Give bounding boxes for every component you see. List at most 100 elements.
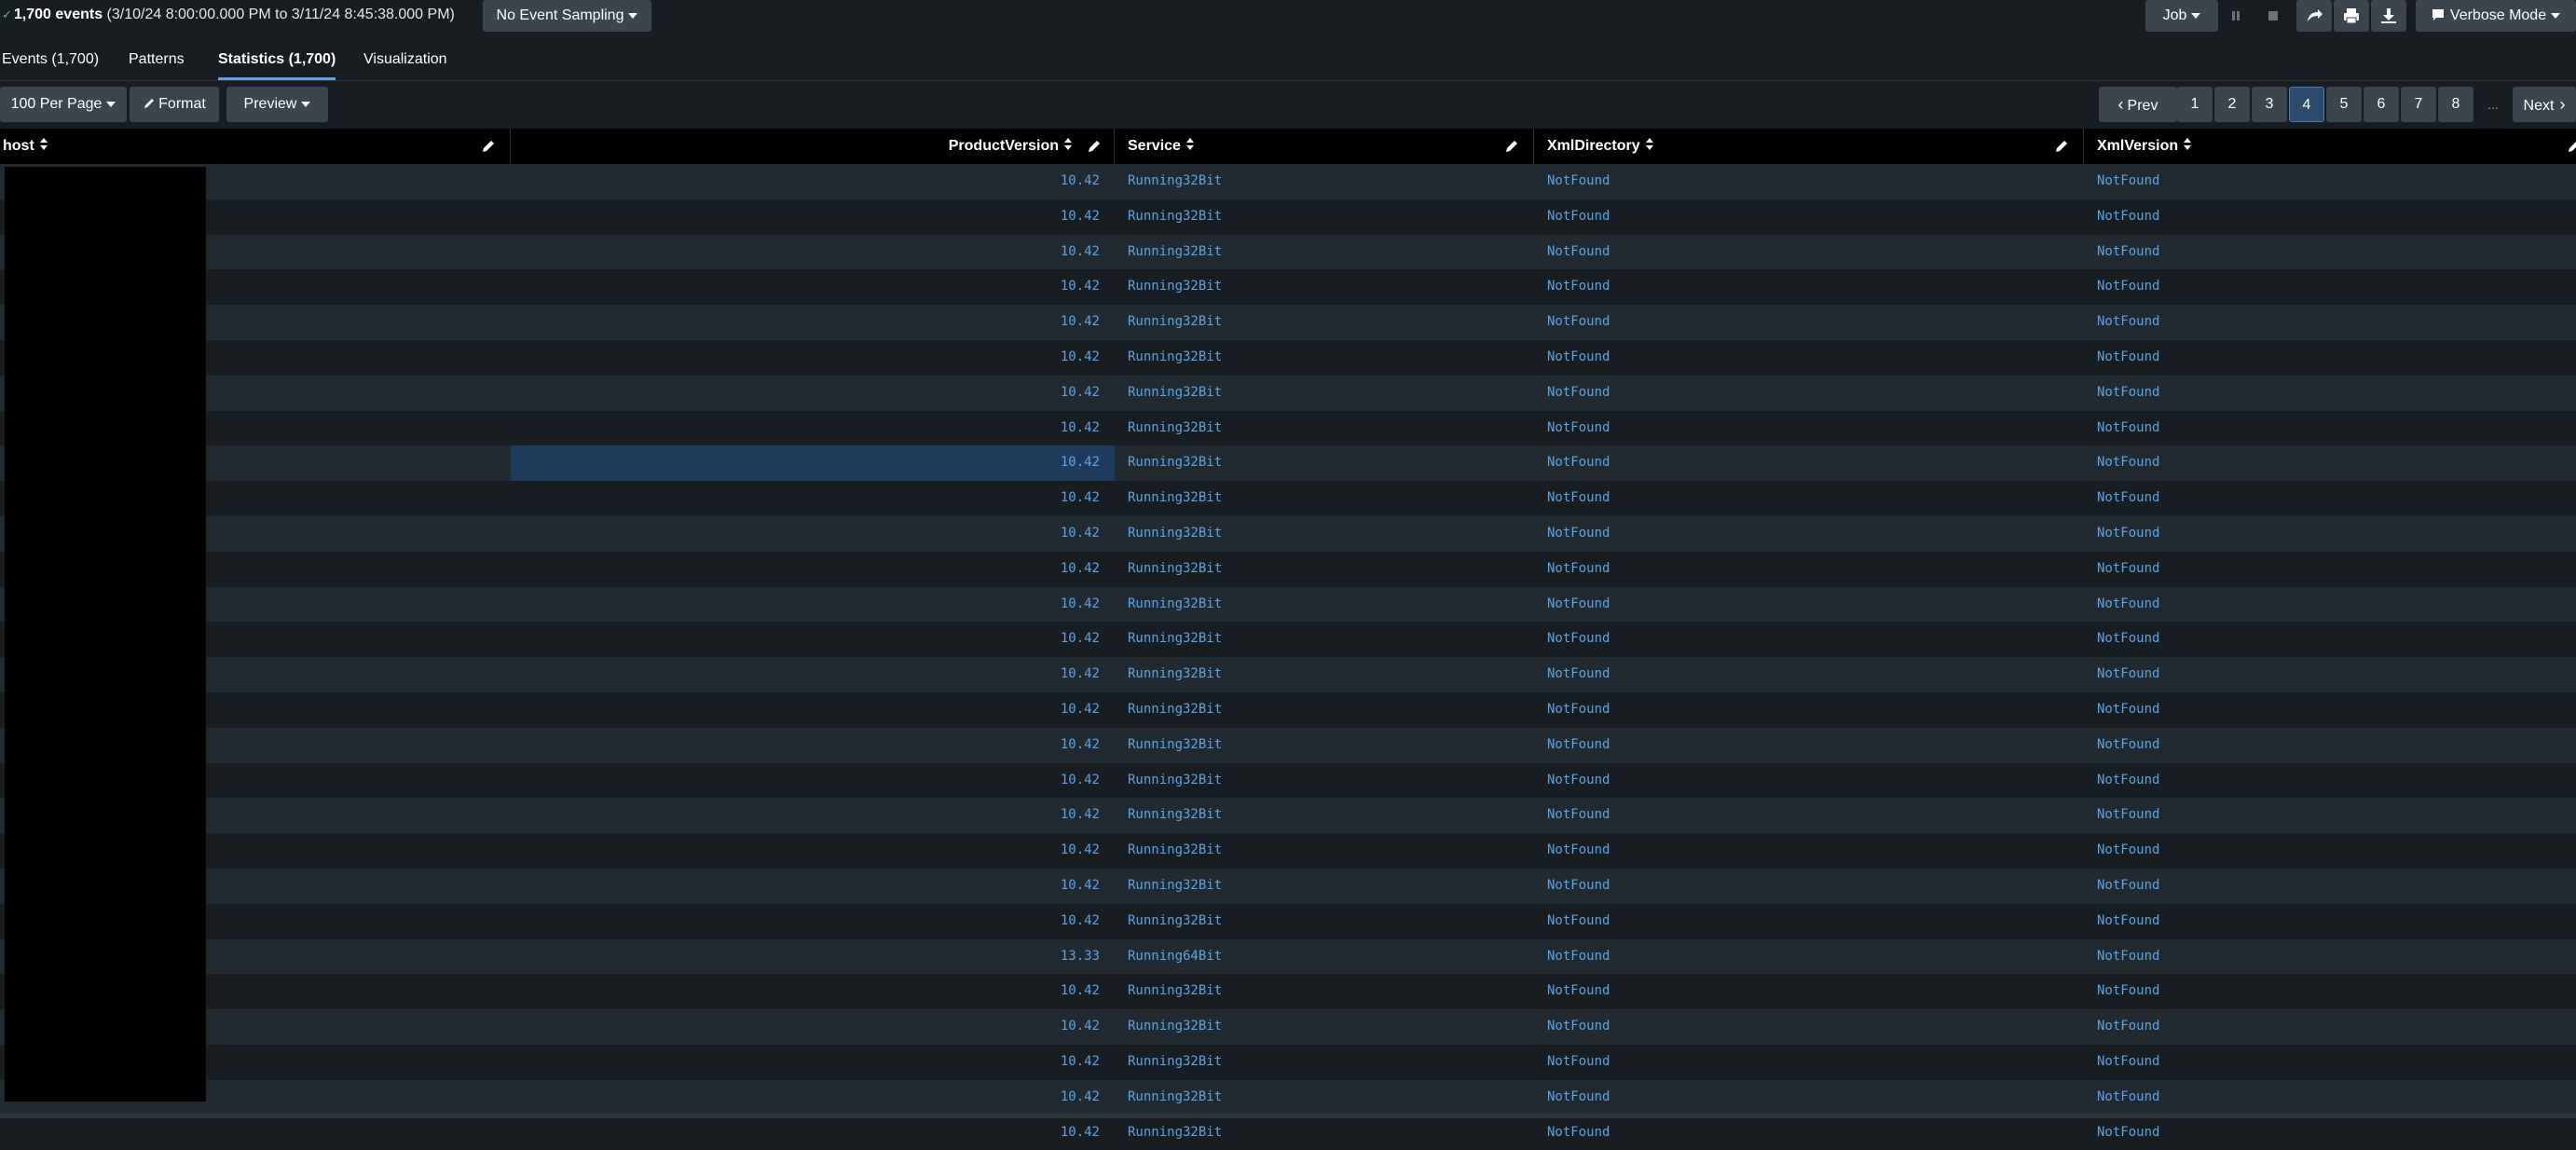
verbose-mode-button[interactable]: Verbose Mode [2416, 0, 2576, 32]
xml-version-cell[interactable]: NotFound [2097, 340, 2563, 376]
xml-version-cell[interactable]: NotFound [2097, 1009, 2563, 1045]
page-2-button[interactable]: 2 [2214, 87, 2250, 122]
xml-directory-cell[interactable]: NotFound [1547, 235, 2078, 270]
xml-version-cell[interactable]: NotFound [2097, 164, 2563, 199]
xml-version-cell[interactable]: NotFound [2097, 235, 2563, 270]
prev-page-button[interactable]: ‹ Prev [2099, 87, 2177, 122]
event-sampling-button[interactable]: No Event Sampling [483, 0, 651, 32]
page-3-button[interactable]: 3 [2252, 87, 2287, 122]
product-version-cell[interactable]: 10.42 [511, 904, 1100, 939]
tab-patterns[interactable]: Patterns [129, 47, 185, 80]
xml-directory-cell[interactable]: NotFound [1547, 587, 2078, 623]
xml-version-cell[interactable]: NotFound [2097, 904, 2563, 939]
xml-version-cell[interactable]: NotFound [2097, 692, 2563, 728]
xml-version-cell[interactable]: NotFound [2097, 1116, 2563, 1150]
xml-version-cell[interactable]: NotFound [2097, 833, 2563, 869]
sort-icon[interactable] [1063, 138, 1073, 151]
xml-directory-cell[interactable]: NotFound [1547, 269, 2078, 305]
page-8-button[interactable]: 8 [2438, 87, 2473, 122]
service-cell[interactable]: Running64Bit [1128, 939, 1528, 975]
service-cell[interactable]: Running32Bit [1128, 445, 1528, 481]
xml-directory-cell[interactable]: NotFound [1547, 1116, 2078, 1150]
xml-version-cell[interactable]: NotFound [2097, 587, 2563, 623]
xml-directory-cell[interactable]: NotFound [1547, 974, 2078, 1009]
sort-icon[interactable] [1185, 138, 1195, 151]
product-version-cell[interactable]: 13.33 [511, 939, 1100, 975]
page-5-button[interactable]: 5 [2326, 87, 2362, 122]
xml-version-cell[interactable]: NotFound [2097, 763, 2563, 799]
service-cell[interactable]: Running32Bit [1128, 516, 1528, 552]
xml-directory-cell[interactable]: NotFound [1547, 552, 2078, 587]
service-cell[interactable]: Running32Bit [1128, 974, 1528, 1009]
product-version-cell[interactable]: 10.42 [511, 833, 1100, 869]
xml-directory-cell[interactable]: NotFound [1547, 869, 2078, 904]
product-version-cell[interactable]: 10.42 [511, 340, 1100, 376]
xml-directory-cell[interactable]: NotFound [1547, 411, 2078, 446]
xml-directory-cell[interactable]: NotFound [1547, 376, 2078, 411]
xml-version-cell[interactable]: NotFound [2097, 445, 2563, 481]
page-1-button[interactable]: 1 [2177, 87, 2213, 122]
product-version-cell[interactable]: 10.42 [511, 445, 1100, 481]
service-cell[interactable]: Running32Bit [1128, 622, 1528, 657]
tab-events[interactable]: Events (1,700) [2, 47, 99, 80]
xml-directory-cell[interactable]: NotFound [1547, 340, 2078, 376]
service-cell[interactable]: Running32Bit [1128, 552, 1528, 587]
pencil-icon[interactable] [1504, 139, 1519, 154]
service-cell[interactable]: Running32Bit [1128, 728, 1528, 763]
product-version-cell[interactable]: 10.42 [511, 728, 1100, 763]
page-6-button[interactable]: 6 [2364, 87, 2399, 122]
product-version-cell[interactable]: 10.42 [511, 657, 1100, 692]
service-cell[interactable]: Running32Bit [1128, 164, 1528, 199]
sort-icon[interactable] [2183, 138, 2192, 151]
product-version-cell[interactable]: 10.42 [511, 376, 1100, 411]
service-cell[interactable]: Running32Bit [1128, 798, 1528, 833]
xml-directory-cell[interactable]: NotFound [1547, 1080, 2078, 1116]
product-version-cell[interactable]: 10.42 [511, 1116, 1100, 1150]
service-cell[interactable]: Running32Bit [1128, 376, 1528, 411]
product-version-cell[interactable]: 10.42 [511, 516, 1100, 552]
product-version-cell[interactable]: 10.42 [511, 587, 1100, 623]
product-version-cell[interactable]: 10.42 [511, 974, 1100, 1009]
xml-version-cell[interactable]: NotFound [2097, 552, 2563, 587]
service-cell[interactable]: Running32Bit [1128, 692, 1528, 728]
product-version-cell[interactable]: 10.42 [511, 1045, 1100, 1080]
xml-version-cell[interactable]: NotFound [2097, 481, 2563, 516]
pencil-icon[interactable] [1087, 139, 1102, 154]
service-cell[interactable]: Running32Bit [1128, 869, 1528, 904]
tab-statistics[interactable]: Statistics (1,700) [218, 47, 336, 80]
page-4-button[interactable]: 4 [2289, 87, 2324, 122]
product-version-cell[interactable]: 10.42 [511, 763, 1100, 799]
product-version-cell[interactable]: 10.42 [511, 692, 1100, 728]
xml-directory-cell[interactable]: NotFound [1547, 904, 2078, 939]
product-version-cell[interactable]: 10.42 [511, 481, 1100, 516]
product-version-cell[interactable]: 10.42 [511, 269, 1100, 305]
product-version-cell[interactable]: 10.42 [511, 305, 1100, 340]
service-cell[interactable]: Running32Bit [1128, 1009, 1528, 1045]
xml-version-cell[interactable]: NotFound [2097, 622, 2563, 657]
service-cell[interactable]: Running32Bit [1128, 481, 1528, 516]
job-button[interactable]: Job [2145, 0, 2218, 32]
service-cell[interactable]: Running32Bit [1128, 1080, 1528, 1116]
column-header-productversion[interactable]: ProductVersion [511, 129, 1115, 164]
service-cell[interactable]: Running32Bit [1128, 305, 1528, 340]
column-header-host[interactable]: host [0, 129, 511, 164]
service-cell[interactable]: Running32Bit [1128, 340, 1528, 376]
xml-version-cell[interactable]: NotFound [2097, 516, 2563, 552]
xml-directory-cell[interactable]: NotFound [1547, 939, 2078, 975]
xml-version-cell[interactable]: NotFound [2097, 199, 2563, 235]
xml-directory-cell[interactable]: NotFound [1547, 1045, 2078, 1080]
xml-directory-cell[interactable]: NotFound [1547, 199, 2078, 235]
service-cell[interactable]: Running32Bit [1128, 235, 1528, 270]
pause-button[interactable] [2218, 0, 2254, 32]
xml-directory-cell[interactable]: NotFound [1547, 164, 2078, 199]
xml-directory-cell[interactable]: NotFound [1547, 692, 2078, 728]
product-version-cell[interactable]: 10.42 [511, 1080, 1100, 1116]
service-cell[interactable]: Running32Bit [1128, 763, 1528, 799]
column-header-xmldirectory[interactable]: XmlDirectory [1534, 129, 2084, 164]
preview-button[interactable]: Preview [226, 87, 328, 122]
share-button[interactable] [2296, 0, 2332, 32]
xml-directory-cell[interactable]: NotFound [1547, 763, 2078, 799]
product-version-cell[interactable]: 10.42 [511, 411, 1100, 446]
product-version-cell[interactable]: 10.42 [511, 869, 1100, 904]
export-button[interactable] [2371, 0, 2406, 32]
